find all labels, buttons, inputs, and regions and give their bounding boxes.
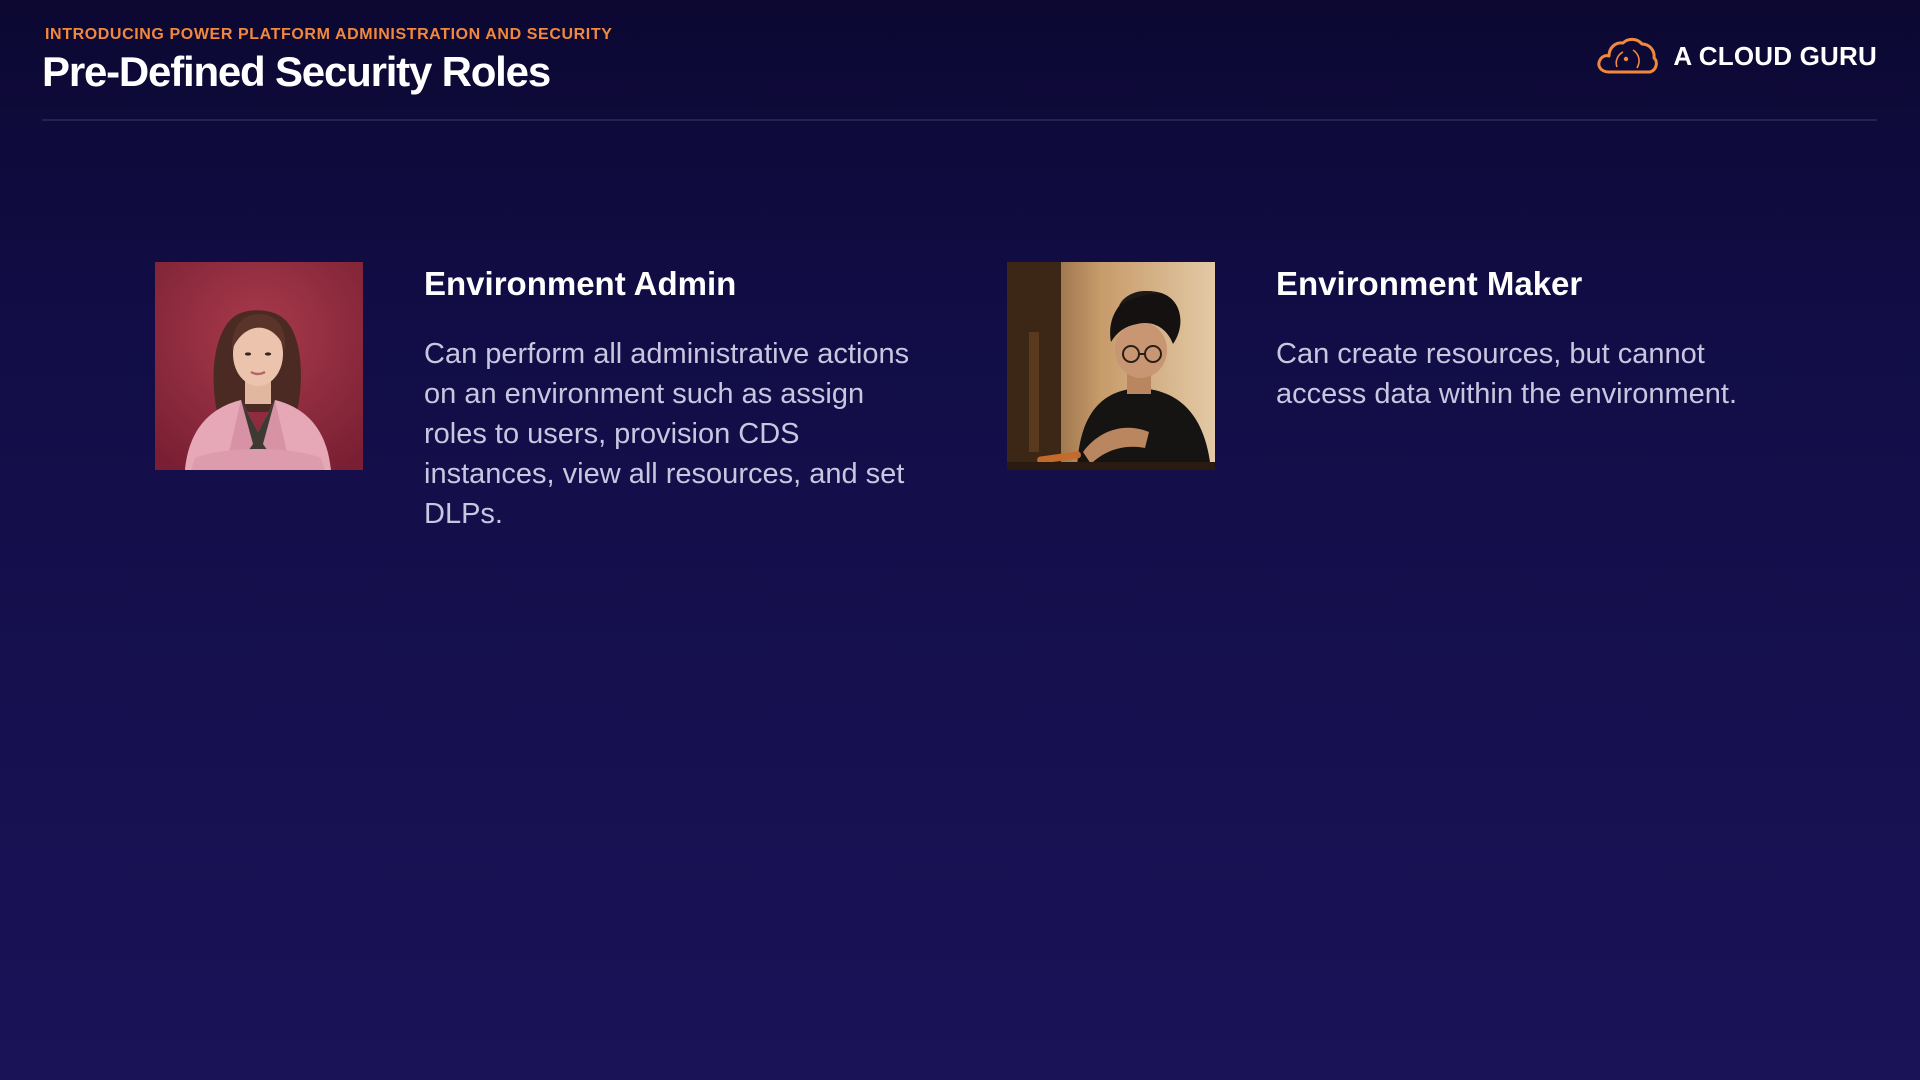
man-working-photo [1007, 262, 1215, 470]
role-text-maker: Environment Maker Can create resources, … [1276, 262, 1776, 470]
header-divider [42, 119, 1877, 121]
brand-name: A CLOUD GURU [1673, 40, 1877, 71]
role-description: Can create resources, but cannot access … [1276, 338, 1738, 410]
role-text-admin: Environment Admin Can perform all admini… [424, 262, 924, 534]
role-description: Can perform all administrative actions o… [424, 338, 910, 530]
eyebrow-label: INTRODUCING POWER PLATFORM ADMINISTRATIO… [45, 26, 613, 43]
page-title: Pre-Defined Security Roles [42, 48, 551, 95]
brand[interactable]: A CLOUD GURU [1595, 36, 1877, 76]
cloud-logo-icon [1595, 36, 1659, 76]
role-title: Environment Admin [424, 265, 737, 302]
woman-portrait-photo [155, 262, 363, 470]
role-title: Environment Maker [1276, 265, 1583, 302]
role-card-environment-maker: Environment Maker Can create resources, … [1007, 262, 1776, 470]
role-card-environment-admin: Environment Admin Can perform all admini… [155, 262, 924, 534]
